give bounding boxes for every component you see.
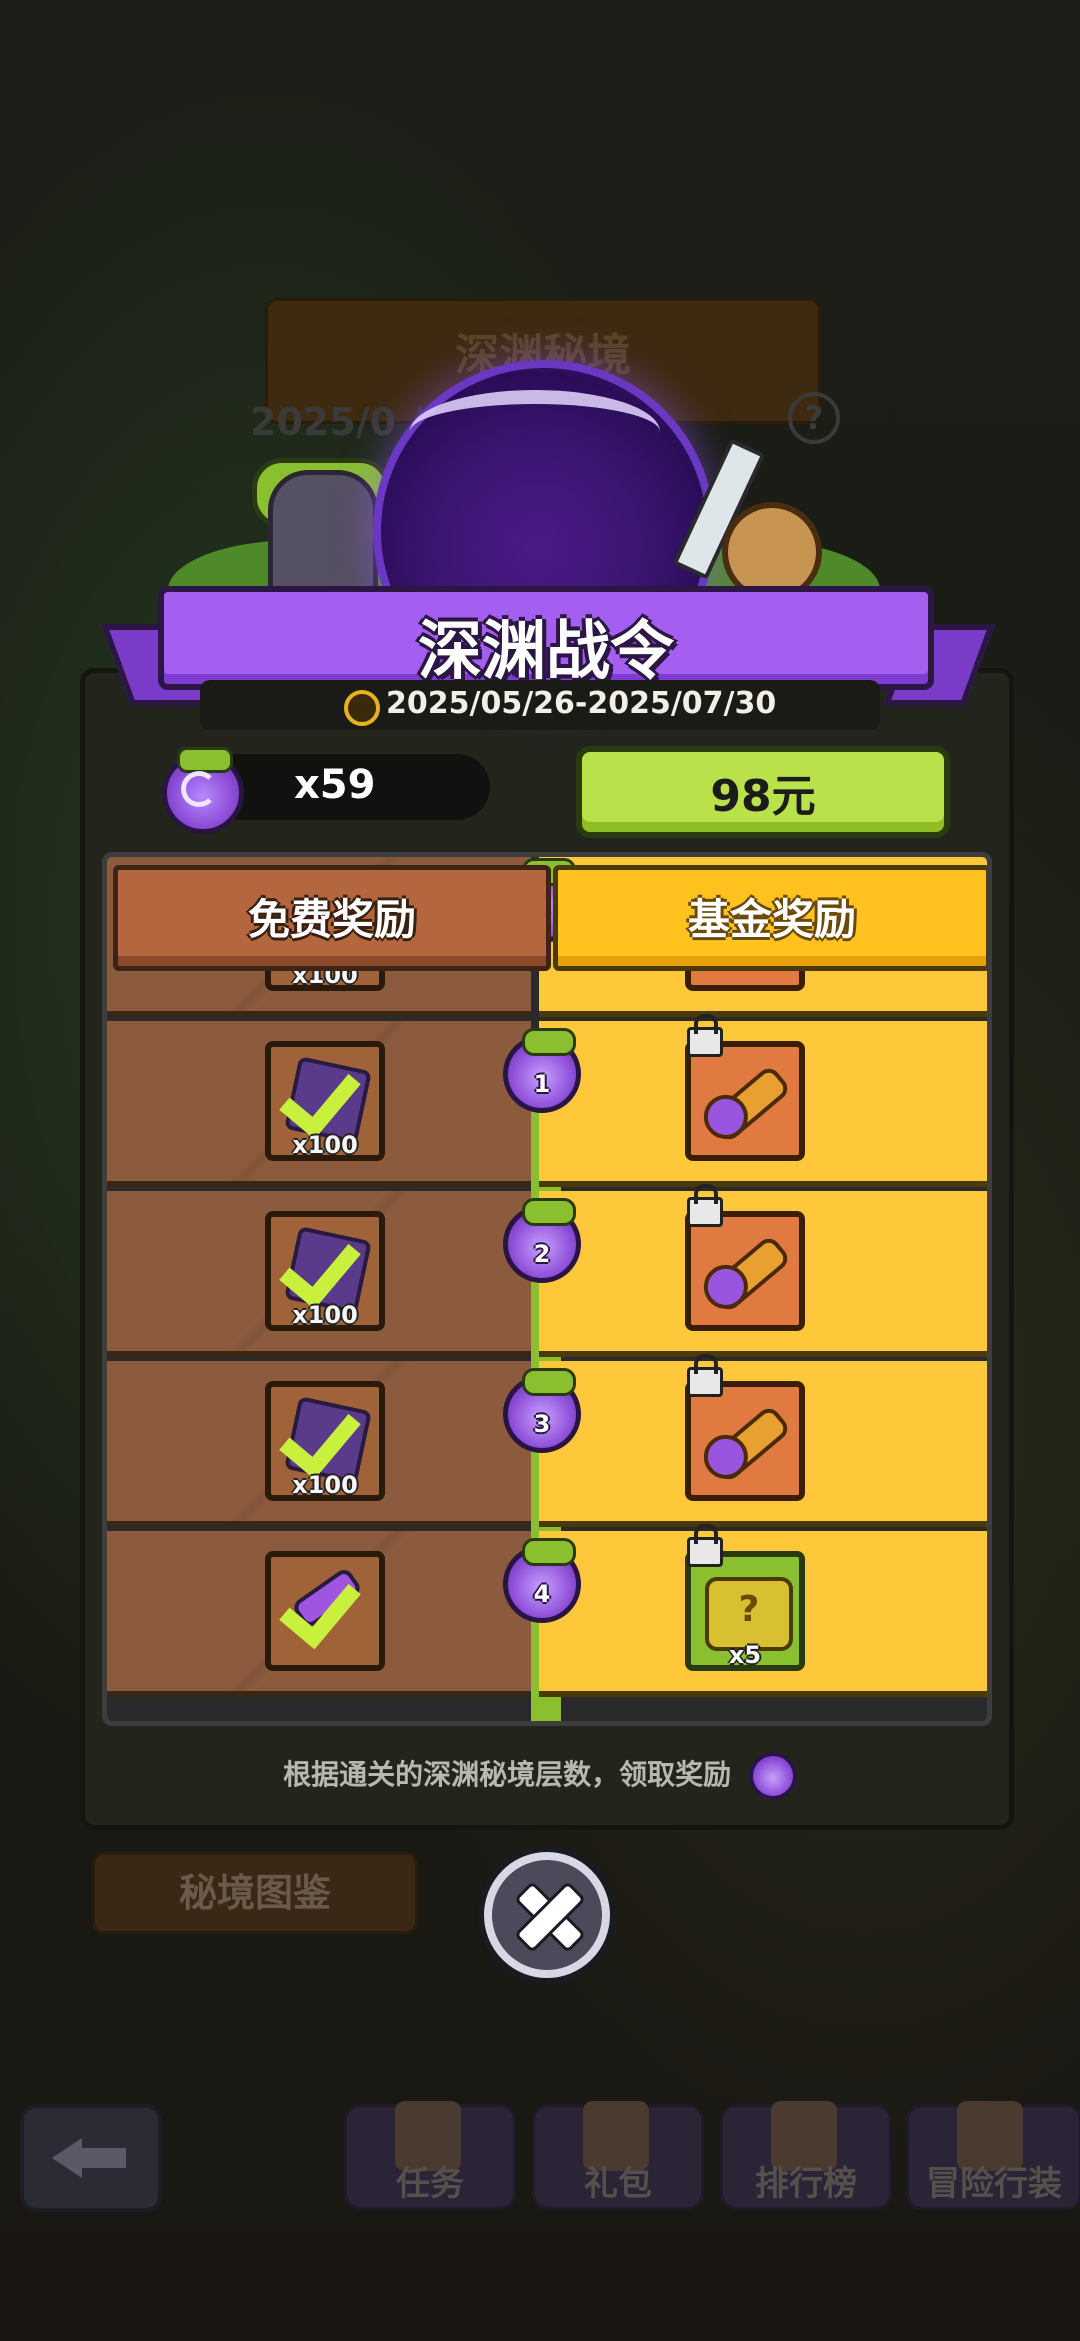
clock-icon (344, 690, 380, 726)
back-arrow-tail (80, 2148, 126, 2168)
bottom-nav: 任务 礼包 排行榜 冒险行装 (0, 2080, 1080, 2280)
date-range: 2025/05/26-2025/07/30 (386, 686, 777, 721)
nav-gear-label: 冒险行装 (926, 2164, 1062, 2204)
free-reward-item[interactable]: x100 (265, 1211, 385, 1331)
key-icon (705, 1063, 793, 1145)
key-icon (705, 1233, 793, 1315)
level-number: 1 (533, 1070, 551, 1098)
nav-gifts: 礼包 (532, 2101, 704, 2210)
back-button (20, 2104, 162, 2212)
level-token-icon: 2 (503, 1198, 581, 1283)
fund-reward-item[interactable] (685, 1041, 805, 1161)
token-slime (522, 1368, 576, 1396)
footer-note: 根据通关的深渊秘境层数，领取奖励 (0, 1752, 1080, 1800)
free-reward-item[interactable] (265, 1551, 385, 1671)
lock-icon (687, 1184, 723, 1227)
free-reward-qty: x100 (292, 1301, 358, 1329)
free-reward-cell: x100 (107, 1361, 531, 1527)
purchase-button[interactable]: 98元 (576, 746, 950, 838)
level-token-icon: 4 (503, 1538, 581, 1623)
token-slime (522, 1538, 576, 1566)
fund-reward-item[interactable] (685, 1211, 805, 1331)
nav-tasks: 任务 (344, 2101, 516, 2210)
free-reward-item[interactable]: x100 (265, 1041, 385, 1161)
free-reward-cell (107, 1531, 531, 1697)
free-reward-cell: x100 (107, 1191, 531, 1357)
rewards-list[interactable]: x1000x1001x1002x1003x54 (107, 857, 987, 1721)
token-count: x59 (294, 762, 376, 808)
fund-reward-qty: x5 (728, 1641, 762, 1669)
price-label: 98元 (710, 771, 816, 822)
token-slime (522, 1198, 576, 1226)
nav-gear: 冒险行装 (906, 2101, 1080, 2210)
key-icon (705, 1403, 793, 1485)
atlas-label: 秘境图鉴 (178, 1871, 331, 1915)
nav-leaderboard: 排行榜 (720, 2101, 892, 2210)
back-arrow-icon (52, 2138, 82, 2178)
reward-row[interactable]: x5 4 (107, 1524, 987, 1697)
fund-reward-item[interactable] (685, 1381, 805, 1501)
date-bar: 2025/05/26-2025/07/30 (200, 680, 880, 730)
level-number: 3 (533, 1410, 551, 1438)
fund-reward-cell (539, 1014, 987, 1187)
orb-shine (410, 390, 660, 474)
close-button[interactable] (484, 1852, 610, 1978)
reward-row[interactable]: x100 3 (107, 1354, 987, 1527)
mystery-chest-icon (705, 1577, 793, 1651)
rewards-panel[interactable]: x1000x1001x1002x1003x54 免费奖励 基金奖励 (102, 852, 992, 1726)
nav-tasks-label: 任务 (396, 2164, 464, 2204)
abyss-token-icon (748, 1752, 797, 1800)
nav-leaderboard-label: 排行榜 (755, 2164, 857, 2204)
tab-free-rewards[interactable]: 免费奖励 (113, 865, 551, 971)
lock-icon (687, 1354, 723, 1397)
level-number: 2 (533, 1240, 551, 1268)
tab-fund-rewards[interactable]: 基金奖励 (553, 865, 987, 971)
lock-icon (687, 1524, 723, 1567)
reward-row[interactable]: x100 1 (107, 1014, 987, 1187)
token-slime (177, 747, 233, 773)
free-reward-cell: x100 (107, 1021, 531, 1187)
nav-gifts-label: 礼包 (584, 2164, 652, 2204)
free-reward-qty: x100 (292, 1471, 358, 1499)
free-reward-qty: x100 (292, 1131, 358, 1159)
level-number: 4 (533, 1580, 551, 1608)
page-title: 深渊战令 (418, 615, 674, 689)
fund-reward-item[interactable]: x5 (685, 1551, 805, 1671)
fund-reward-cell: x5 (539, 1524, 987, 1697)
atlas-button-bg: 秘境图鉴 (92, 1852, 418, 1934)
title-ribbon: 深渊战令 (158, 586, 934, 690)
lock-icon (687, 1014, 723, 1057)
fund-reward-cell (539, 1354, 987, 1527)
token-slime (522, 1028, 576, 1056)
footer-note-text: 根据通关的深渊秘境层数，领取奖励 (283, 1758, 732, 1791)
abyss-token-icon (162, 747, 244, 834)
tab-free-label: 免费奖励 (247, 895, 416, 944)
level-token-icon: 3 (503, 1368, 581, 1453)
level-token-icon: 1 (503, 1028, 581, 1113)
fund-reward-cell (539, 1184, 987, 1357)
reward-row[interactable]: x100 2 (107, 1184, 987, 1357)
free-reward-item[interactable]: x100 (265, 1381, 385, 1501)
tab-fund-label: 基金奖励 (687, 895, 856, 944)
